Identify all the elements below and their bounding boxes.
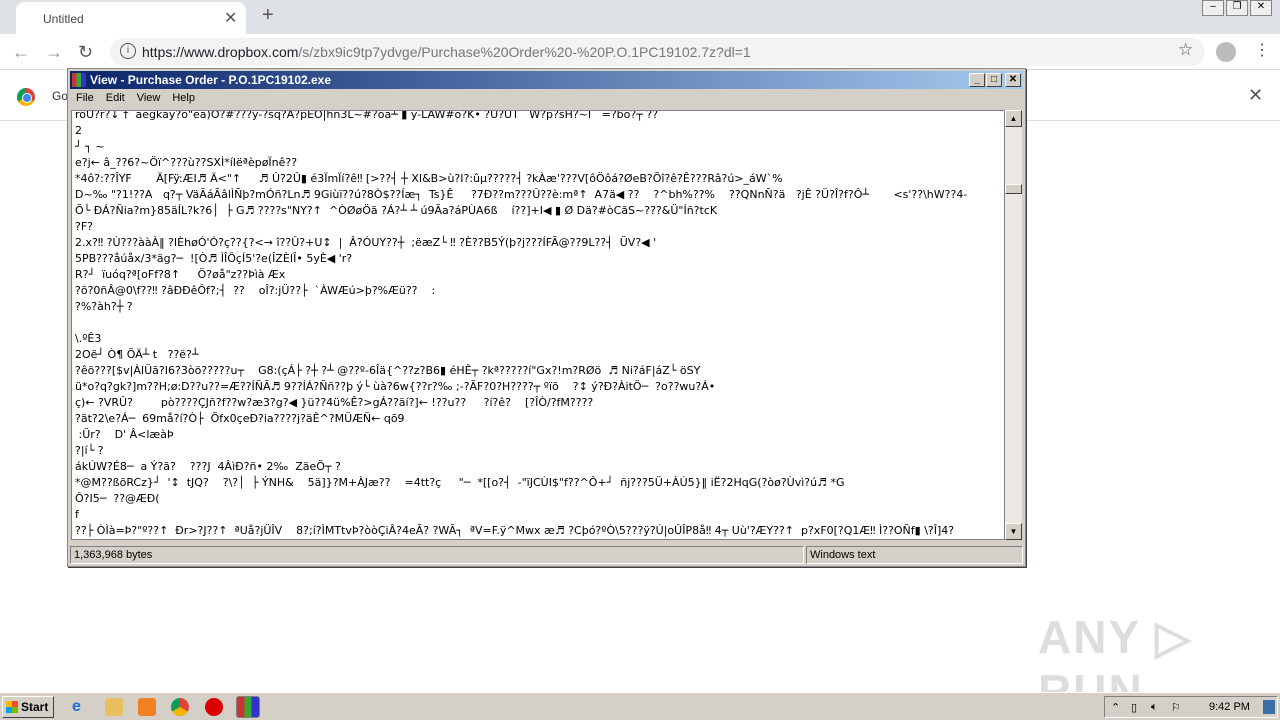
scroll-down-button[interactable]: ▼ — [1005, 523, 1022, 540]
menu-edit[interactable]: Edit — [100, 90, 131, 108]
close-button[interactable]: ✕ — [1250, 0, 1272, 16]
content-line: ??├ ÒÌà=Þ?"º??↑ Ðr>?J??↑ ªUå?jÜÎV 8?;í?Ì… — [75, 524, 955, 537]
address-bar[interactable]: i https://www.dropbox.com/s/zbx9ic9tp7yd… — [110, 38, 1205, 66]
window-maximize-button[interactable]: □ — [986, 73, 1002, 87]
opera-icon[interactable] — [205, 698, 223, 716]
content-line: Õ└ ÐÁ?Ñia?m}85äÍL?k?6│ ├ G♬ ????s"NY?↑ ^… — [75, 204, 718, 217]
forward-icon[interactable]: → — [45, 42, 63, 63]
start-button[interactable]: Start — [2, 696, 54, 718]
winrar-taskbar-button[interactable] — [236, 696, 260, 718]
window-minimize-button[interactable]: _ — [969, 73, 985, 87]
browser-tab[interactable]: Untitled ✕ — [16, 2, 246, 34]
content-line: ?%?àh?┼ ? — [75, 300, 133, 313]
content-line: ç)← ?VRÛ? pò????ÇJñ?f??w?æ3?g?◀ }ü??4ü%Ê… — [75, 396, 594, 409]
content-line: roU?r?↓ † aegkay?o"ea)O?#???y-?sq?A?pEO|… — [75, 110, 659, 121]
back-icon[interactable]: ← — [12, 42, 30, 63]
content-line: \.ºÊ3 — [75, 332, 102, 345]
chrome-taskbar-icon[interactable] — [171, 698, 189, 716]
more-menu-icon[interactable]: ⋮ — [1254, 40, 1270, 60]
content-line: f — [75, 508, 79, 521]
network-icon[interactable]: ▯ — [1131, 701, 1137, 714]
content-line: :Ür? D' Â<læàÞ — [75, 428, 174, 441]
info-bar-text: Go — [52, 89, 69, 103]
close-tab-icon[interactable]: ✕ — [224, 8, 237, 28]
ie-icon[interactable]: e — [72, 698, 90, 716]
content-line: *@M??ßõRCz}┘ '↕ tJQ? ?\?│ ├ ÝNH& 5ä]}?M+… — [75, 476, 845, 489]
content-line: *4ô?:??ÎYF Ä[Fÿ:ÆI♬ Ä<"↑ ♬ Û?2Û▮ é3ÏmÏí?… — [75, 172, 783, 185]
scroll-thumb[interactable] — [1005, 184, 1022, 194]
content-line: 2 — [75, 124, 82, 137]
volume-icon[interactable]: 🔈︎ — [1151, 701, 1158, 714]
browser-toolbar: ← → ↻ i https://www.dropbox.com/s/zbx9ic… — [0, 34, 1280, 70]
file-content-text: roU?r?↓ † aegkay?o"ea)O?#???y-?sq?A?pEO|… — [72, 110, 1004, 539]
reload-icon[interactable]: ↻ — [78, 42, 93, 63]
content-line: ü*o?q?gk?]m??H;ø:D??u??=Æ??ÍÑÃ♬ 9??ÍÁ?Ññ… — [75, 380, 716, 393]
tray-expand-icon[interactable]: ⌃ — [1111, 701, 1120, 714]
content-line: 2.x?‼ ?Ù???ààÀ‖ ?IÈhøÓ'Ó?ç??{?<→ î??Û?+U… — [75, 236, 657, 249]
flag-icon[interactable]: ⚐ — [1171, 701, 1181, 714]
vertical-scrollbar[interactable]: ▲ ▼ — [1005, 110, 1022, 540]
status-bar: 1,363,968 bytes Windows text — [70, 546, 1023, 564]
content-line: ?êö???[$v|ÀIÜã?I6?3òö?????u┬ G8:(çÁ├ ?┼ … — [75, 364, 701, 377]
viewer-window: View - Purchase Order - P.O.1PC19102.exe… — [67, 68, 1026, 567]
content-line: 2Oë┘ Ò¶ ÕÄ┴ t ??ë?┴ — [75, 348, 199, 361]
media-player-icon[interactable] — [138, 698, 156, 716]
content-line: 5PB???åúåx/3*äg?─ ![Ò♬ ÌÎÔçÍ5'?e(ÎZÈIÎ• … — [75, 252, 353, 265]
restore-button[interactable]: ❐ — [1226, 0, 1248, 16]
content-line: ?ãt?2\e?Á─ 69må?í?Ò├ Õfx0çeÐ?ia????j?äÊ^… — [75, 412, 405, 425]
bookmark-star-icon[interactable]: ☆ — [1178, 40, 1193, 60]
tab-title: Untitled — [43, 12, 84, 26]
content-line: ?õ?0ñÂ@0\f??‼ ?âÐÐêÔf?;┤ ?? oÎ?:jÜ??├ `À… — [75, 284, 436, 297]
content-line: D~‰ "?1!??A q?┬ VäÃáÃâlÌÑþ?mÓñ?Ln♬ 9Giùï… — [75, 188, 968, 201]
new-tab-button[interactable]: + — [262, 4, 274, 27]
browser-tab-bar: Untitled ✕ + – ❐ ✕ — [0, 0, 1280, 34]
show-desktop-button[interactable] — [1263, 700, 1275, 714]
taskbar: Start e ⌃ ▯ 🔈︎ ⚐ 9:42 PM — [0, 692, 1280, 720]
window-close-button[interactable]: ✕ — [1005, 73, 1021, 87]
winrar-icon — [72, 73, 86, 87]
content-line: ákÚW?É8─ a Ý?ã? ???J 4ÂìÐ?ñ• 2‰ ZäeÕ┬ ? — [75, 460, 341, 473]
explorer-icon[interactable] — [105, 698, 123, 716]
content-line: ?F? — [75, 220, 94, 233]
url-path: /s/zbx9ic9tp7ydvge/Purchase%20Order%20-%… — [298, 44, 751, 60]
scroll-up-button[interactable]: ▲ — [1005, 110, 1022, 127]
content-line — [75, 315, 1004, 331]
content-line: ?|í└ ? — [75, 444, 104, 457]
chrome-logo-icon — [17, 88, 35, 106]
file-content-view[interactable]: roU?r?↓ † aegkay?o"ea)O?#???y-?sq?A?pEO|… — [71, 110, 1005, 540]
menu-bar: File Edit View Help — [70, 90, 201, 108]
menu-view[interactable]: View — [131, 90, 167, 108]
profile-avatar[interactable] — [1216, 42, 1236, 62]
menu-help[interactable]: Help — [166, 90, 201, 108]
status-size: 1,363,968 bytes — [70, 546, 804, 564]
window-title: View - Purchase Order - P.O.1PC19102.exe — [90, 73, 332, 87]
window-title-bar: View - Purchase Order - P.O.1PC19102.exe… — [70, 71, 1023, 89]
menu-file[interactable]: File — [70, 90, 100, 108]
content-line: Ô?I5─ ??@ÆÐ( — [75, 492, 160, 505]
minimize-button[interactable]: – — [1202, 0, 1224, 16]
url-host: https://www.dropbox.com — [142, 44, 299, 60]
info-icon[interactable]: i — [120, 43, 136, 59]
content-line: R?┘ ïuóq?ª[oFf?8↑ Ö?øå"z??Þìà Æx — [75, 268, 286, 281]
content-line: ┘ ┐ ~ — [75, 140, 105, 153]
clock[interactable]: 9:42 PM — [1209, 701, 1250, 713]
content-line: e?j← â_??6?~Öï^???ù??SXÌ*íIëªèpøÏnê?? — [75, 156, 298, 169]
system-tray: ⌃ ▯ 🔈︎ ⚐ 9:42 PM — [1104, 696, 1278, 718]
status-encoding: Windows text — [806, 546, 1023, 564]
close-info-bar-icon[interactable]: ✕ — [1248, 85, 1263, 106]
